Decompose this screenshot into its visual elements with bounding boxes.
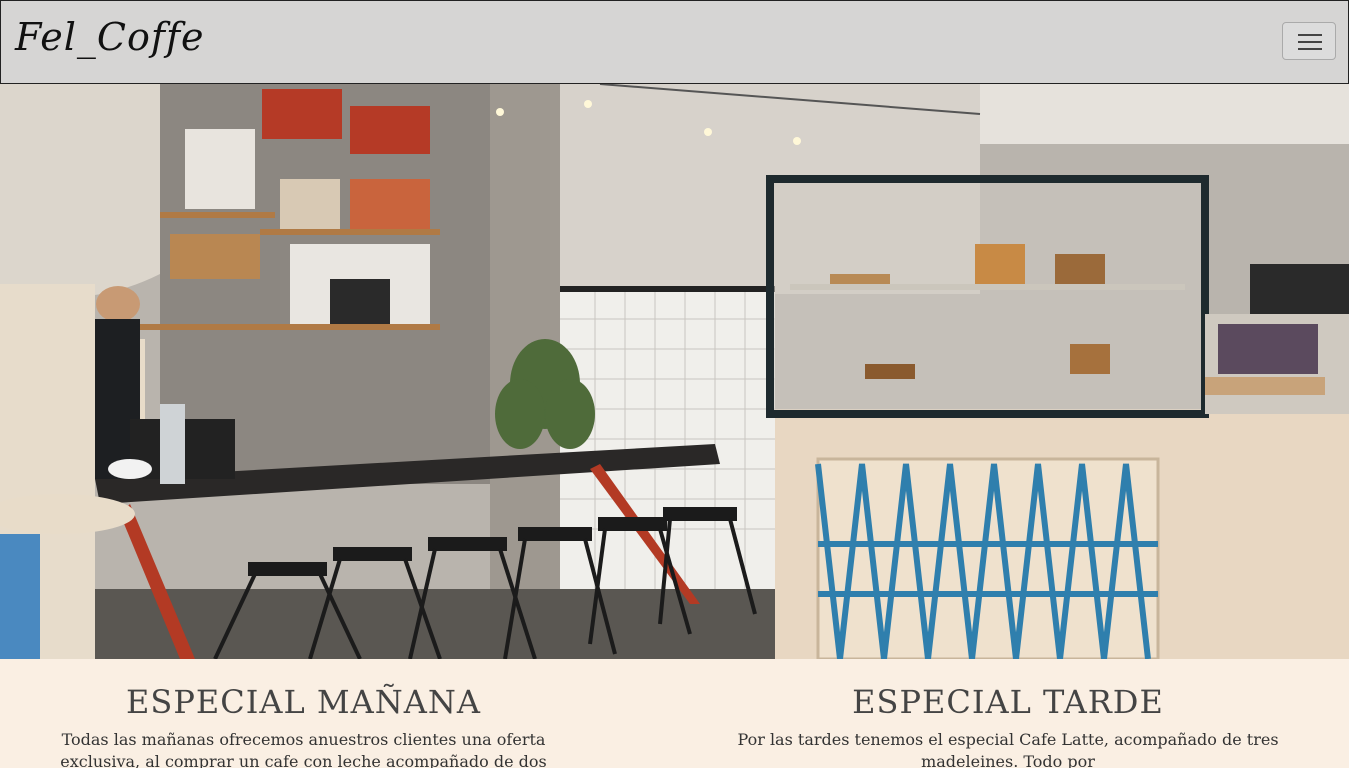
hero-image	[0, 84, 1349, 659]
brand-logo[interactable]: Fel_Coffe	[15, 15, 205, 59]
cafe-interior-photo	[0, 84, 1349, 659]
special-morning-title: ESPECIAL MAÑANA	[126, 683, 481, 721]
navbar-toggle-button[interactable]	[1282, 22, 1336, 60]
top-navbar: Fel_Coffe	[0, 0, 1349, 84]
special-afternoon-text: Por las tardes tenemos el especial Cafe …	[737, 730, 1279, 768]
special-afternoon-title: ESPECIAL TARDE	[852, 683, 1164, 721]
special-morning-text: Todas las mañanas ofrecemos anuestros cl…	[60, 730, 547, 768]
hamburger-menu-icon	[1298, 34, 1322, 36]
special-morning: ESPECIAL MAÑANA Todas las mañanas ofrece…	[22, 683, 585, 768]
specials-section: ESPECIAL MAÑANA Todas las mañanas ofrece…	[0, 659, 1349, 768]
special-afternoon: ESPECIAL TARDE Por las tardes tenemos el…	[708, 683, 1308, 768]
